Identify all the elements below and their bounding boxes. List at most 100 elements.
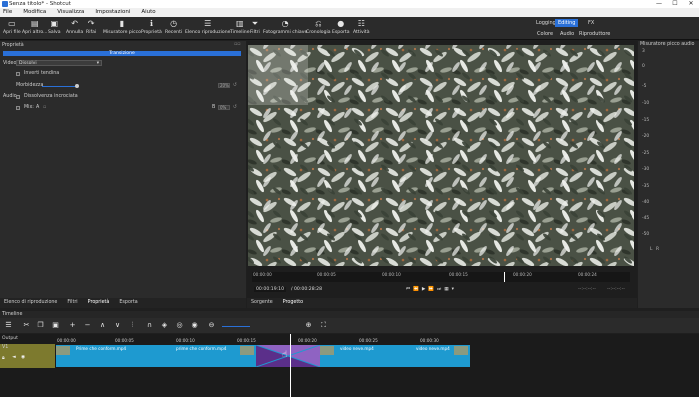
db-label: -50 xyxy=(642,232,650,237)
rewind-icon[interactable]: ⏪ xyxy=(413,287,422,292)
in-point-field[interactable]: --:--:--:-- xyxy=(578,287,596,292)
transition-clip[interactable] xyxy=(256,345,320,367)
clip-b-label: video neve.mp4 xyxy=(416,346,450,351)
layout-color[interactable]: Colore xyxy=(534,30,556,38)
append-icon[interactable]: + xyxy=(68,321,77,330)
eye-icon[interactable]: ◉ xyxy=(21,355,25,360)
zoom-in-icon[interactable]: ⊕ xyxy=(304,321,313,330)
reset-icon[interactable]: ↺ xyxy=(233,83,237,88)
menu-file[interactable]: File xyxy=(3,8,12,17)
layout-audio[interactable]: Audio xyxy=(557,30,577,38)
grid-icon[interactable]: ▦ xyxy=(444,287,451,292)
open-file-button[interactable]: ▭ Apri file xyxy=(3,19,21,35)
redo-button[interactable]: ↷ Rifai xyxy=(86,19,96,35)
tab-properties[interactable]: Proprietà xyxy=(88,298,110,308)
zoom-out-icon[interactable]: ⊖ xyxy=(207,321,216,330)
overwrite-icon[interactable]: ∨ xyxy=(113,321,122,330)
viewer-ruler[interactable]: 00:00:00 00:00:05 00:00:10 00:00:15 00:0… xyxy=(252,272,630,282)
snap-icon[interactable]: ∩ xyxy=(145,321,154,330)
softness-slider[interactable] xyxy=(42,86,76,87)
clip-b[interactable]: video neve.mp4 video neve.mp4 xyxy=(320,345,470,367)
layout-editing[interactable]: Editing xyxy=(555,19,579,27)
split-icon[interactable]: ⫶ xyxy=(128,321,137,330)
mix-slider[interactable]: ▫ xyxy=(43,105,46,110)
ripple-icon[interactable]: ◎ xyxy=(175,321,184,330)
timeline-icon: ▥ xyxy=(235,19,244,28)
properties-button[interactable]: ℹ Proprietà xyxy=(141,19,162,35)
tab-export[interactable]: Esporta xyxy=(119,298,137,308)
paste-icon[interactable]: ▣ xyxy=(51,321,60,330)
minimize-button[interactable]: — xyxy=(651,0,667,8)
audio-meter-panel: Misuratore picco audio xyxy=(638,41,699,308)
crossfade-checkbox[interactable] xyxy=(16,95,20,99)
keyframes-button[interactable]: ◔ Fotogrammi chiave xyxy=(263,19,307,35)
timeline-playhead[interactable] xyxy=(290,334,291,397)
export-button[interactable]: ● Esporta xyxy=(332,19,350,35)
lift-icon[interactable]: ∧ xyxy=(98,321,107,330)
db-label: -45 xyxy=(642,216,650,221)
tab-playlist[interactable]: Elenco di riproduzione xyxy=(4,298,57,308)
mix-spinbox[interactable]: 0% xyxy=(218,105,230,110)
layout-fx[interactable]: FX xyxy=(585,19,597,27)
undo-button[interactable]: ↶ Annulla xyxy=(66,19,83,35)
mute-icon[interactable]: ◄ xyxy=(12,355,16,360)
open-other-button[interactable]: ▤ Apri altro... xyxy=(22,19,47,35)
scrub-icon[interactable]: ◈ xyxy=(160,321,169,330)
menu-edit[interactable]: Modifica xyxy=(23,8,46,17)
fast-forward-icon[interactable]: ⏩ xyxy=(428,287,437,292)
tab-project[interactable]: Progetto xyxy=(283,298,303,308)
invert-wipe-label: Inverti tendina xyxy=(24,71,60,76)
recent-button[interactable]: ◷ Recenti xyxy=(165,19,182,35)
transport-bar: 00:00:19:10 / 00:00:28:28 ⏮⏪▶⏩⏭▦▾ --:--:… xyxy=(250,286,634,294)
mix-checkbox[interactable] xyxy=(16,106,20,110)
ripple-all-icon[interactable]: ◉ xyxy=(190,321,199,330)
clip-thumbnail xyxy=(454,346,468,355)
menu-icon[interactable]: ☰ xyxy=(4,321,13,330)
menu-view[interactable]: Visualizza xyxy=(57,8,84,17)
softness-spinbox[interactable]: 20% xyxy=(218,83,230,88)
remove-icon[interactable]: − xyxy=(83,321,92,330)
properties-panel: Proprietà ▫▫ Transizione Video Dissolvi … xyxy=(0,41,246,298)
tl-ruler-tick: 00:00:10 xyxy=(176,338,195,343)
timecode-field[interactable]: 00:00:19:10 xyxy=(254,287,287,292)
filter-icon: ⏷ xyxy=(251,19,259,28)
save-button[interactable]: ▣ Salva xyxy=(48,19,61,35)
softness-slider-handle[interactable] xyxy=(75,84,79,88)
left-tab-bar: Elenco di riproduzione Filtri Proprietà … xyxy=(0,298,246,308)
window-title: Senza titolo* - Shotcut xyxy=(9,1,71,7)
panel-float-icon[interactable]: ▫▫ xyxy=(234,42,241,47)
db-label: -5 xyxy=(642,84,647,89)
history-button[interactable]: ⎌ Cronologia xyxy=(306,19,331,35)
volume-icon[interactable]: ▾ xyxy=(452,287,457,292)
invert-wipe-checkbox[interactable] xyxy=(16,72,20,76)
zoom-fit-icon[interactable]: ⛶ xyxy=(319,321,328,330)
tl-ruler-tick: 00:00:30 xyxy=(420,338,439,343)
peak-meter-button[interactable]: ▮ Misuratore picco xyxy=(103,19,141,35)
close-button[interactable]: ✕ xyxy=(683,0,699,8)
tab-source[interactable]: Sorgente xyxy=(251,298,273,308)
layout-player[interactable]: Riproduttore xyxy=(576,30,613,38)
playhead[interactable] xyxy=(504,272,505,282)
menu-settings[interactable]: Impostazioni xyxy=(95,8,130,17)
mix-reset-icon[interactable]: ↺ xyxy=(233,105,237,110)
tab-filters[interactable]: Filtri xyxy=(67,298,77,308)
timeline-title: Timeline xyxy=(2,312,23,317)
track-header-v1[interactable]: V1 🔒︎ ◄ ◉ xyxy=(0,344,55,368)
softness-label: Morbidezza xyxy=(16,83,44,88)
ruler-tick: 00:00:00 xyxy=(253,272,272,277)
jobs-button[interactable]: ☷ Attività xyxy=(353,19,370,35)
playlist-button[interactable]: ☰ Elenco riproduzione xyxy=(185,19,230,35)
timeline-button[interactable]: ▥ Timeline xyxy=(230,19,250,35)
clip-a[interactable]: Prime che conform.mp4 prime che conform.… xyxy=(56,345,256,367)
out-point-field[interactable]: --:--:--:-- xyxy=(607,287,625,292)
jobs-icon: ☷ xyxy=(357,19,365,28)
lock-icon[interactable]: 🔒︎ xyxy=(2,355,5,361)
cut-icon[interactable]: ✂ xyxy=(22,321,31,330)
filters-button[interactable]: ⏷ Filtri xyxy=(250,19,260,35)
zoom-slider[interactable] xyxy=(222,326,250,327)
video-transition-select[interactable]: Dissolvi ▾ xyxy=(16,60,102,66)
maximize-button[interactable]: ☐ xyxy=(667,0,683,8)
transport-controls: ⏮⏪▶⏩⏭▦▾ xyxy=(406,286,457,292)
copy-icon[interactable]: ❐ xyxy=(36,321,45,330)
menu-help[interactable]: Aiuto xyxy=(141,8,155,17)
